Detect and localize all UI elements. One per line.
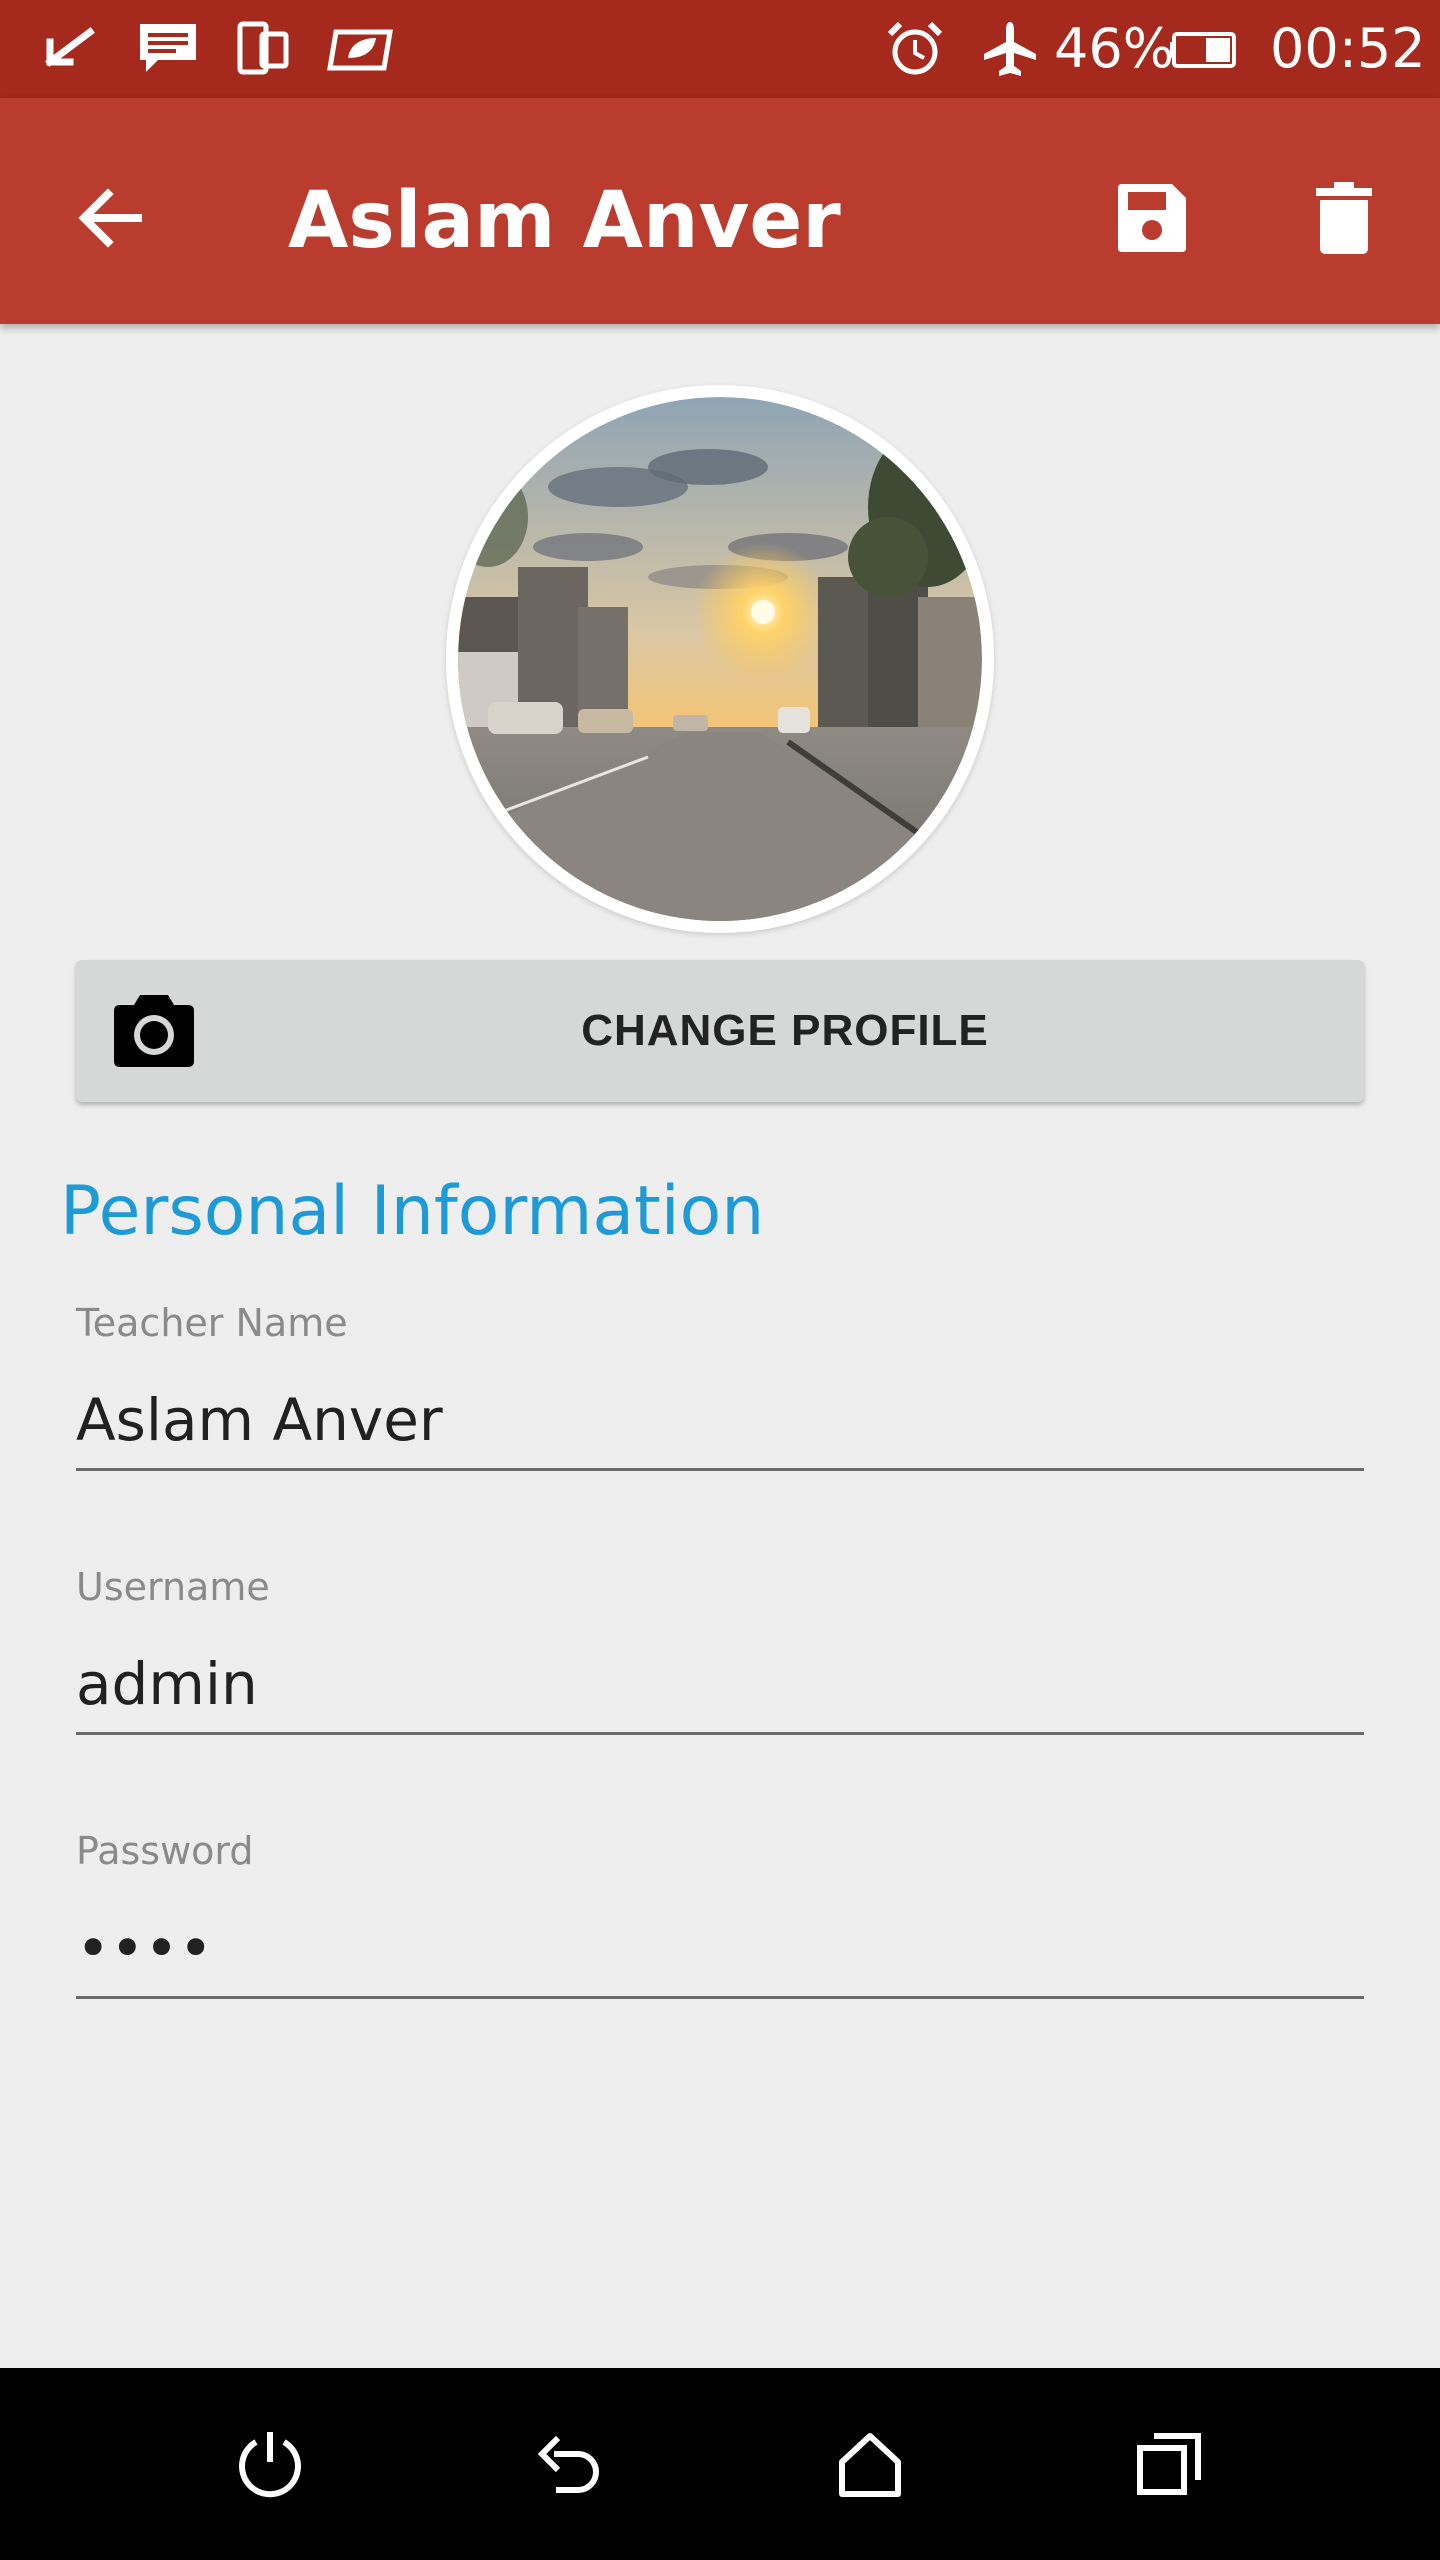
back-icon — [537, 2435, 599, 2493]
password-field: Password — [76, 1828, 1364, 2028]
home-icon — [839, 2433, 901, 2497]
home-button[interactable] — [820, 2414, 920, 2514]
teacher-name-input[interactable] — [76, 1380, 1364, 1460]
alarm-icon — [884, 20, 946, 78]
checkmark-icon — [44, 20, 100, 78]
username-label: Username — [76, 1565, 270, 1609]
teacher-name-underline — [76, 1468, 1364, 1471]
clock-time: 00:52 — [1270, 17, 1426, 80]
save-icon — [1118, 184, 1186, 252]
teacher-name-field: Teacher Name — [76, 1300, 1364, 1500]
message-icon — [136, 20, 200, 78]
app-bar: Aslam Anver — [0, 98, 1440, 324]
change-profile-button[interactable]: CHANGE PROFILE — [76, 960, 1364, 1102]
status-bar: 46% 00:52 — [0, 0, 1440, 98]
arrow-back-icon — [78, 188, 142, 248]
power-icon — [239, 2432, 301, 2498]
save-button[interactable] — [1104, 170, 1200, 266]
airplane-icon — [980, 20, 1040, 78]
page-title: Aslam Anver — [288, 176, 841, 266]
recents-button[interactable] — [1120, 2414, 1220, 2514]
avatar-photo — [458, 397, 982, 921]
battery-percent: 46% — [1054, 17, 1175, 80]
teacher-name-label: Teacher Name — [76, 1301, 348, 1345]
recents-icon — [1137, 2433, 1201, 2495]
username-underline — [76, 1732, 1364, 1735]
password-underline — [76, 1996, 1364, 1999]
battery-icon — [1170, 30, 1240, 88]
leaf-card-icon — [326, 20, 396, 78]
section-title: Personal Information — [60, 1172, 765, 1251]
power-button[interactable] — [220, 2414, 320, 2514]
username-input[interactable] — [76, 1644, 1364, 1724]
password-input[interactable] — [76, 1908, 1364, 1988]
navigation-bar — [0, 2368, 1440, 2560]
profile-avatar[interactable] — [446, 385, 994, 933]
phone-tablet-icon — [236, 20, 292, 78]
password-label: Password — [76, 1829, 254, 1873]
back-button[interactable] — [62, 170, 158, 266]
delete-icon — [1316, 182, 1372, 254]
change-profile-label: CHANGE PROFILE — [581, 1006, 989, 1055]
nav-back-button[interactable] — [520, 2414, 620, 2514]
delete-button[interactable] — [1296, 170, 1392, 266]
username-field: Username — [76, 1564, 1364, 1764]
